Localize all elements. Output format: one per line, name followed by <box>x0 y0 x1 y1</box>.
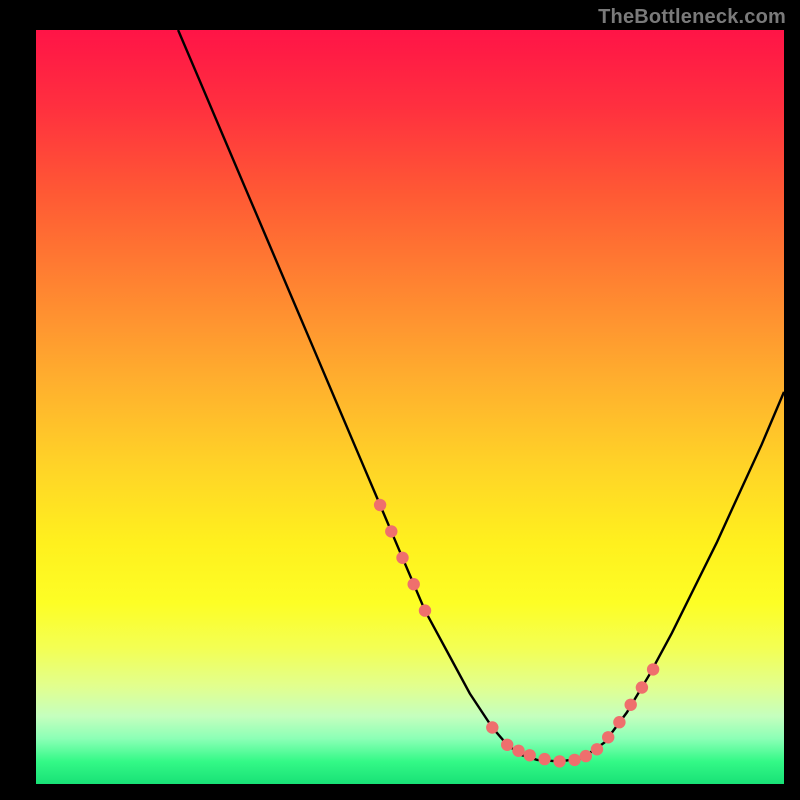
watermark-text: TheBottleneck.com <box>598 6 786 29</box>
curve-marker <box>512 745 524 757</box>
curve-marker <box>580 750 592 762</box>
curve-marker <box>568 754 580 766</box>
plot-background <box>36 30 784 784</box>
curve-marker <box>486 721 498 733</box>
curve-marker <box>647 663 659 675</box>
curve-marker <box>385 525 397 537</box>
curve-marker <box>553 755 565 767</box>
curve-marker <box>408 578 420 590</box>
curve-marker <box>602 731 614 743</box>
curve-marker <box>524 749 536 761</box>
curve-marker <box>625 699 637 711</box>
curve-marker <box>419 604 431 616</box>
curve-marker <box>591 743 603 755</box>
curve-marker <box>501 739 513 751</box>
curve-marker <box>538 753 550 765</box>
chart-stage: TheBottleneck.com <box>0 0 800 800</box>
curve-marker <box>613 716 625 728</box>
curve-marker <box>374 499 386 511</box>
curve-marker <box>396 552 408 564</box>
bottleneck-chart <box>0 0 800 800</box>
curve-marker <box>636 681 648 693</box>
